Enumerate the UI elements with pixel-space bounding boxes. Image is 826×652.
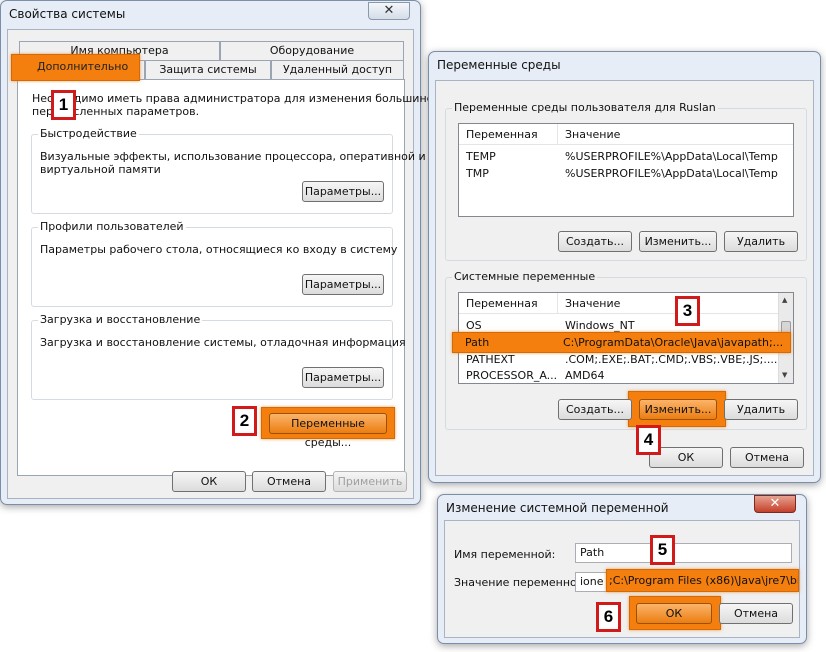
cancel-button[interactable]: Отмена bbox=[252, 471, 326, 492]
variable-name-label: Имя переменной: bbox=[454, 548, 556, 561]
system-variables-title: Системные переменные bbox=[452, 270, 598, 283]
variable-name: PROCESSOR_A... bbox=[466, 369, 558, 382]
variable-name: TMP bbox=[466, 167, 489, 180]
variable-value: Windows_NT bbox=[565, 319, 635, 332]
variable-name-field[interactable]: Path bbox=[575, 543, 792, 563]
variable-value: %USERPROFILE%\AppData\Local\Temp bbox=[565, 167, 778, 180]
user-profiles-desc: Параметры рабочего стола, относящиеся ко… bbox=[40, 243, 398, 256]
admin-note-line1: Необходимо иметь права администратора дл… bbox=[32, 92, 453, 105]
step-badge-6: 6 bbox=[596, 602, 621, 632]
cancel-button[interactable]: Отмена bbox=[730, 447, 804, 468]
list-header: Переменная Значение bbox=[459, 124, 793, 145]
column-separator bbox=[557, 124, 558, 145]
window-title: Свойства системы bbox=[9, 7, 126, 21]
startup-recovery-title: Загрузка и восстановление bbox=[38, 313, 203, 326]
system-variables-group: Системные переменные Переменная Значение… bbox=[445, 270, 807, 430]
user-profiles-settings-button[interactable]: Параметры... bbox=[302, 274, 384, 295]
close-icon: ✕ bbox=[769, 496, 781, 511]
performance-settings-button[interactable]: Параметры... bbox=[302, 181, 384, 202]
variable-value: %USERPROFILE%\AppData\Local\Temp bbox=[565, 150, 778, 163]
user-profiles-group: Профили пользователей Параметры рабочего… bbox=[31, 220, 397, 307]
scroll-up-icon[interactable]: ▲ bbox=[782, 296, 787, 304]
startup-recovery-group: Загрузка и восстановление Загрузка и вос… bbox=[31, 313, 406, 400]
user-variables-group: Переменные среды пользователя для Ruslan… bbox=[445, 101, 807, 261]
window-title: Переменные среды bbox=[437, 58, 561, 72]
user-delete-button[interactable]: Удалить bbox=[724, 231, 798, 252]
close-icon: ✕ bbox=[383, 3, 395, 18]
step-badge-1: 1 bbox=[51, 90, 76, 120]
variable-name: TEMP bbox=[466, 150, 496, 163]
table-row[interactable]: TMP %USERPROFILE%\AppData\Local\Temp bbox=[459, 165, 793, 182]
step-badge-2: 2 bbox=[232, 406, 257, 436]
variable-name: PATHEXT bbox=[466, 353, 515, 366]
column-separator bbox=[557, 293, 558, 314]
variable-value: .COM;.EXE;.BAT;.CMD;.VBS;.VBE;.JS;.... bbox=[565, 353, 778, 366]
step-badge-5: 5 bbox=[650, 535, 675, 565]
user-profiles-title: Профили пользователей bbox=[38, 220, 186, 233]
close-button[interactable]: ✕ bbox=[368, 2, 410, 20]
window-title: Изменение системной переменной bbox=[446, 501, 669, 515]
environment-variables-button[interactable]: Переменные среды... bbox=[269, 413, 387, 449]
close-button[interactable]: ✕ bbox=[754, 495, 796, 513]
tab-page: Необходимо иметь права администратора дл… bbox=[17, 79, 452, 476]
ok-button[interactable]: ОК bbox=[636, 603, 712, 624]
variable-name: Path bbox=[465, 336, 490, 349]
cancel-button[interactable]: Отмена bbox=[719, 603, 793, 624]
tab-remote[interactable]: Удаленный доступ bbox=[271, 60, 404, 79]
performance-title: Быстродействие bbox=[38, 127, 139, 140]
startup-recovery-settings-button[interactable]: Параметры... bbox=[302, 367, 384, 388]
system-new-button[interactable]: Создать... bbox=[558, 399, 632, 420]
step-badge-4: 4 bbox=[636, 425, 661, 455]
user-edit-button[interactable]: Изменить... bbox=[639, 231, 717, 252]
system-edit-button[interactable]: Изменить... bbox=[639, 399, 717, 420]
variable-value-label: Значение переменной: bbox=[454, 576, 588, 589]
window-client: Переменные среды пользователя для Ruslan… bbox=[435, 80, 814, 476]
variable-value: C:\ProgramData\Oracle\Java\javapath;... bbox=[563, 336, 784, 349]
variable-name: OS bbox=[466, 319, 482, 332]
performance-desc-line1: Визуальные эффекты, использование процес… bbox=[40, 150, 426, 163]
tab-hardware[interactable]: Оборудование bbox=[220, 41, 404, 60]
user-variables-title: Переменные среды пользователя для Ruslan bbox=[452, 101, 718, 114]
value-path-highlight: ;C:\Program Files (x86)\Java\jre7\bin bbox=[606, 569, 799, 592]
user-variables-list[interactable]: Переменная Значение TEMP %USERPROFILE%\A… bbox=[458, 123, 794, 217]
list-header: Переменная Значение bbox=[459, 293, 793, 314]
step-badge-3: 3 bbox=[675, 296, 700, 326]
column-variable[interactable]: Переменная bbox=[466, 128, 538, 141]
apply-button[interactable]: Применить bbox=[333, 471, 407, 492]
startup-recovery-desc: Загрузка и восстановление системы, отлад… bbox=[40, 336, 406, 349]
table-row[interactable]: TEMP %USERPROFILE%\AppData\Local\Temp bbox=[459, 148, 793, 165]
scroll-down-icon[interactable]: ▼ bbox=[782, 371, 787, 379]
table-row[interactable]: PATHEXT .COM;.EXE;.BAT;.CMD;.VBS;.VBE;.J… bbox=[459, 351, 793, 368]
tab-system-protection[interactable]: Защита системы bbox=[145, 60, 271, 79]
column-value[interactable]: Значение bbox=[565, 297, 620, 310]
variable-value: AMD64 bbox=[565, 369, 605, 382]
column-variable[interactable]: Переменная bbox=[466, 297, 538, 310]
system-delete-button[interactable]: Удалить bbox=[724, 399, 798, 420]
user-new-button[interactable]: Создать... bbox=[558, 231, 632, 252]
ok-button[interactable]: ОК bbox=[172, 471, 246, 492]
column-value[interactable]: Значение bbox=[565, 128, 620, 141]
environment-variables-window: Переменные среды Переменные среды пользо… bbox=[428, 51, 821, 483]
advanced-tab-label-overlay: Дополнительно bbox=[37, 60, 129, 73]
added-path-text: ;C:\Program Files (x86)\Java\jre7\bin bbox=[609, 574, 799, 587]
table-row[interactable]: PROCESSOR_A... AMD64 bbox=[459, 368, 793, 385]
performance-group: Быстродействие Визуальные эффекты, испол… bbox=[31, 127, 426, 214]
path-row-highlight[interactable]: Path C:\ProgramData\Oracle\Java\javapath… bbox=[452, 332, 791, 353]
performance-desc-line2: виртуальной памяти bbox=[40, 163, 161, 176]
